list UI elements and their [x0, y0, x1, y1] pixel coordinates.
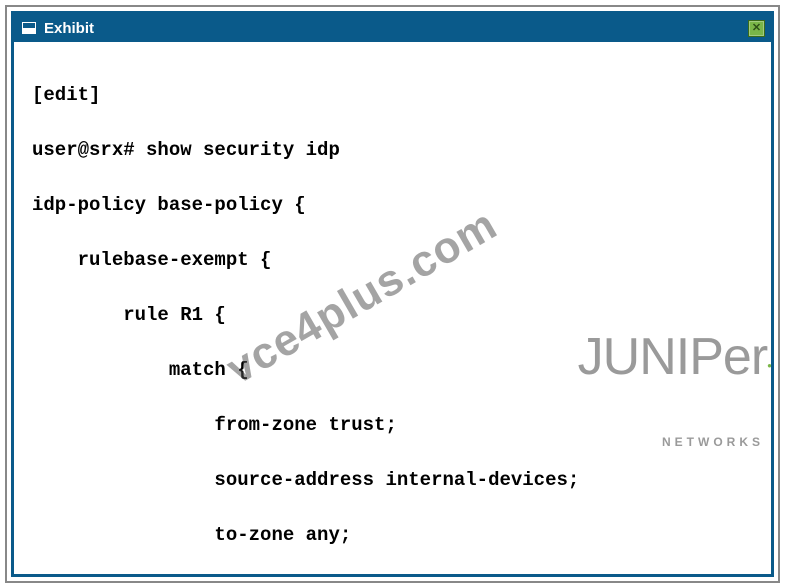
terminal-line: match { [32, 357, 753, 385]
window-title: Exhibit [44, 20, 94, 37]
close-icon: ✕ [752, 23, 761, 34]
terminal-output: [edit] user@srx# show security idp idp-p… [14, 42, 771, 574]
terminal-line: rule R1 { [32, 302, 753, 330]
exhibit-window: Exhibit ✕ [edit] user@srx# show security… [11, 11, 774, 577]
terminal-line: user@srx# show security idp [32, 137, 753, 165]
titlebar: Exhibit ✕ [14, 14, 771, 42]
terminal-line: [edit] [32, 82, 753, 110]
terminal-line: source-address internal-devices; [32, 467, 753, 495]
close-button[interactable]: ✕ [748, 20, 765, 37]
app-icon [20, 19, 38, 37]
terminal-line: from-zone trust; [32, 412, 753, 440]
terminal-line: rulebase-exempt { [32, 247, 753, 275]
terminal-line: idp-policy base-policy { [32, 192, 753, 220]
outer-border: Exhibit ✕ [edit] user@srx# show security… [5, 5, 780, 583]
terminal-line: to-zone any; [32, 522, 753, 550]
